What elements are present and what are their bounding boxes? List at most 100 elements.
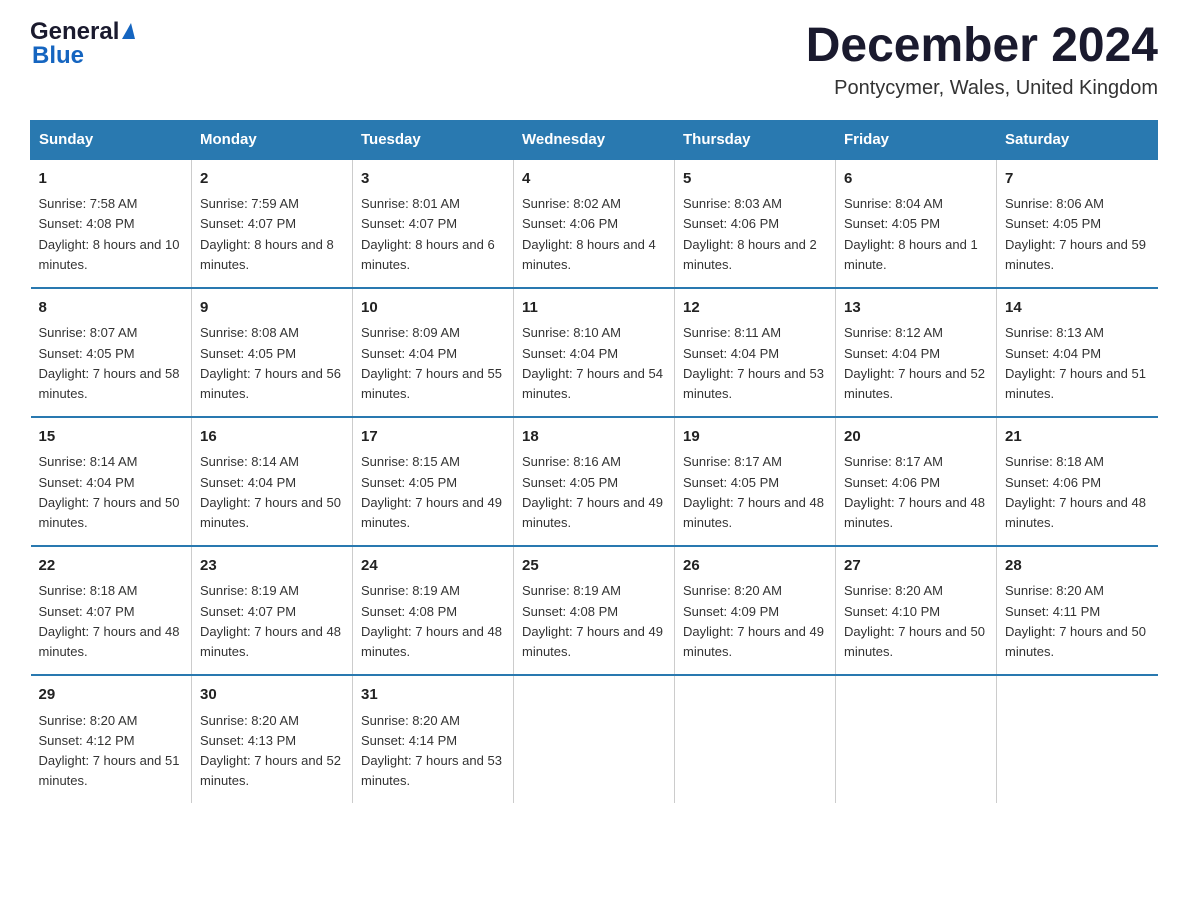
day-info: Sunrise: 8:20 AMSunset: 4:11 PMDaylight:… (1005, 583, 1146, 658)
day-info: Sunrise: 8:12 AMSunset: 4:04 PMDaylight:… (844, 325, 985, 400)
day-info: Sunrise: 7:59 AMSunset: 4:07 PMDaylight:… (200, 196, 334, 271)
day-info: Sunrise: 8:20 AMSunset: 4:13 PMDaylight:… (200, 713, 341, 788)
logo-general-text: General (30, 20, 119, 44)
day-number: 29 (39, 684, 184, 707)
calendar-day-cell: 2 Sunrise: 7:59 AMSunset: 4:07 PMDayligh… (192, 159, 353, 288)
calendar-day-cell: 9 Sunrise: 8:08 AMSunset: 4:05 PMDayligh… (192, 288, 353, 417)
day-number: 21 (1005, 426, 1150, 449)
day-info: Sunrise: 8:01 AMSunset: 4:07 PMDaylight:… (361, 196, 495, 271)
day-info: Sunrise: 8:19 AMSunset: 4:08 PMDaylight:… (522, 583, 663, 658)
calendar-day-cell: 30 Sunrise: 8:20 AMSunset: 4:13 PMDaylig… (192, 675, 353, 803)
day-info: Sunrise: 8:15 AMSunset: 4:05 PMDaylight:… (361, 454, 502, 529)
day-info: Sunrise: 8:04 AMSunset: 4:05 PMDaylight:… (844, 196, 978, 271)
day-info: Sunrise: 8:17 AMSunset: 4:06 PMDaylight:… (844, 454, 985, 529)
calendar-day-cell: 1 Sunrise: 7:58 AMSunset: 4:08 PMDayligh… (31, 159, 192, 288)
day-info: Sunrise: 8:10 AMSunset: 4:04 PMDaylight:… (522, 325, 663, 400)
calendar-day-cell: 14 Sunrise: 8:13 AMSunset: 4:04 PMDaylig… (997, 288, 1158, 417)
calendar-day-cell: 11 Sunrise: 8:10 AMSunset: 4:04 PMDaylig… (514, 288, 675, 417)
day-number: 2 (200, 168, 344, 191)
day-number: 12 (683, 297, 827, 320)
day-info: Sunrise: 8:14 AMSunset: 4:04 PMDaylight:… (39, 454, 180, 529)
day-of-week-header: Saturday (997, 120, 1158, 159)
calendar-day-cell: 20 Sunrise: 8:17 AMSunset: 4:06 PMDaylig… (836, 417, 997, 546)
calendar-day-cell: 17 Sunrise: 8:15 AMSunset: 4:05 PMDaylig… (353, 417, 514, 546)
calendar-day-cell: 5 Sunrise: 8:03 AMSunset: 4:06 PMDayligh… (675, 159, 836, 288)
day-number: 18 (522, 426, 666, 449)
calendar-day-cell (997, 675, 1158, 803)
day-number: 24 (361, 555, 505, 578)
day-number: 27 (844, 555, 988, 578)
calendar-day-cell: 29 Sunrise: 8:20 AMSunset: 4:12 PMDaylig… (31, 675, 192, 803)
calendar-day-cell (514, 675, 675, 803)
day-number: 30 (200, 684, 344, 707)
calendar-table: SundayMondayTuesdayWednesdayThursdayFrid… (30, 120, 1158, 803)
day-number: 10 (361, 297, 505, 320)
day-info: Sunrise: 8:20 AMSunset: 4:14 PMDaylight:… (361, 713, 502, 788)
day-number: 23 (200, 555, 344, 578)
day-info: Sunrise: 8:11 AMSunset: 4:04 PMDaylight:… (683, 325, 824, 400)
page-header: General Blue December 2024 Pontycymer, W… (30, 20, 1158, 100)
calendar-day-cell: 7 Sunrise: 8:06 AMSunset: 4:05 PMDayligh… (997, 159, 1158, 288)
day-of-week-header: Wednesday (514, 120, 675, 159)
calendar-day-cell: 16 Sunrise: 8:14 AMSunset: 4:04 PMDaylig… (192, 417, 353, 546)
page-title: December 2024 (806, 20, 1158, 73)
title-block: December 2024 Pontycymer, Wales, United … (806, 20, 1158, 100)
day-of-week-header: Sunday (31, 120, 192, 159)
day-info: Sunrise: 8:19 AMSunset: 4:07 PMDaylight:… (200, 583, 341, 658)
day-number: 8 (39, 297, 184, 320)
calendar-week-row: 8 Sunrise: 8:07 AMSunset: 4:05 PMDayligh… (31, 288, 1158, 417)
day-info: Sunrise: 8:19 AMSunset: 4:08 PMDaylight:… (361, 583, 502, 658)
day-info: Sunrise: 8:18 AMSunset: 4:06 PMDaylight:… (1005, 454, 1146, 529)
day-of-week-header: Tuesday (353, 120, 514, 159)
day-info: Sunrise: 8:16 AMSunset: 4:05 PMDaylight:… (522, 454, 663, 529)
calendar-day-cell: 23 Sunrise: 8:19 AMSunset: 4:07 PMDaylig… (192, 546, 353, 675)
day-number: 25 (522, 555, 666, 578)
day-info: Sunrise: 8:07 AMSunset: 4:05 PMDaylight:… (39, 325, 180, 400)
day-number: 11 (522, 297, 666, 320)
day-info: Sunrise: 8:20 AMSunset: 4:12 PMDaylight:… (39, 713, 180, 788)
calendar-day-cell (675, 675, 836, 803)
day-number: 28 (1005, 555, 1150, 578)
day-of-week-header: Thursday (675, 120, 836, 159)
calendar-day-cell: 19 Sunrise: 8:17 AMSunset: 4:05 PMDaylig… (675, 417, 836, 546)
page-subtitle: Pontycymer, Wales, United Kingdom (806, 77, 1158, 100)
day-number: 17 (361, 426, 505, 449)
day-number: 13 (844, 297, 988, 320)
day-info: Sunrise: 8:08 AMSunset: 4:05 PMDaylight:… (200, 325, 341, 400)
day-number: 1 (39, 168, 184, 191)
calendar-day-cell: 4 Sunrise: 8:02 AMSunset: 4:06 PMDayligh… (514, 159, 675, 288)
day-number: 16 (200, 426, 344, 449)
calendar-day-cell: 18 Sunrise: 8:16 AMSunset: 4:05 PMDaylig… (514, 417, 675, 546)
calendar-header-row: SundayMondayTuesdayWednesdayThursdayFrid… (31, 120, 1158, 159)
calendar-day-cell: 28 Sunrise: 8:20 AMSunset: 4:11 PMDaylig… (997, 546, 1158, 675)
calendar-day-cell: 24 Sunrise: 8:19 AMSunset: 4:08 PMDaylig… (353, 546, 514, 675)
calendar-day-cell: 10 Sunrise: 8:09 AMSunset: 4:04 PMDaylig… (353, 288, 514, 417)
day-number: 9 (200, 297, 344, 320)
day-info: Sunrise: 8:09 AMSunset: 4:04 PMDaylight:… (361, 325, 502, 400)
day-number: 14 (1005, 297, 1150, 320)
calendar-day-cell: 6 Sunrise: 8:04 AMSunset: 4:05 PMDayligh… (836, 159, 997, 288)
day-info: Sunrise: 8:18 AMSunset: 4:07 PMDaylight:… (39, 583, 180, 658)
calendar-day-cell: 13 Sunrise: 8:12 AMSunset: 4:04 PMDaylig… (836, 288, 997, 417)
day-info: Sunrise: 8:20 AMSunset: 4:09 PMDaylight:… (683, 583, 824, 658)
day-number: 15 (39, 426, 184, 449)
day-info: Sunrise: 8:14 AMSunset: 4:04 PMDaylight:… (200, 454, 341, 529)
calendar-day-cell: 21 Sunrise: 8:18 AMSunset: 4:06 PMDaylig… (997, 417, 1158, 546)
calendar-day-cell: 15 Sunrise: 8:14 AMSunset: 4:04 PMDaylig… (31, 417, 192, 546)
calendar-day-cell: 26 Sunrise: 8:20 AMSunset: 4:09 PMDaylig… (675, 546, 836, 675)
day-number: 3 (361, 168, 505, 191)
day-number: 26 (683, 555, 827, 578)
calendar-day-cell: 3 Sunrise: 8:01 AMSunset: 4:07 PMDayligh… (353, 159, 514, 288)
day-number: 6 (844, 168, 988, 191)
day-of-week-header: Friday (836, 120, 997, 159)
day-number: 20 (844, 426, 988, 449)
calendar-day-cell: 22 Sunrise: 8:18 AMSunset: 4:07 PMDaylig… (31, 546, 192, 675)
day-number: 4 (522, 168, 666, 191)
calendar-day-cell: 27 Sunrise: 8:20 AMSunset: 4:10 PMDaylig… (836, 546, 997, 675)
calendar-day-cell (836, 675, 997, 803)
calendar-week-row: 15 Sunrise: 8:14 AMSunset: 4:04 PMDaylig… (31, 417, 1158, 546)
calendar-day-cell: 31 Sunrise: 8:20 AMSunset: 4:14 PMDaylig… (353, 675, 514, 803)
day-info: Sunrise: 8:03 AMSunset: 4:06 PMDaylight:… (683, 196, 817, 271)
day-info: Sunrise: 7:58 AMSunset: 4:08 PMDaylight:… (39, 196, 180, 271)
logo: General Blue (30, 20, 135, 68)
